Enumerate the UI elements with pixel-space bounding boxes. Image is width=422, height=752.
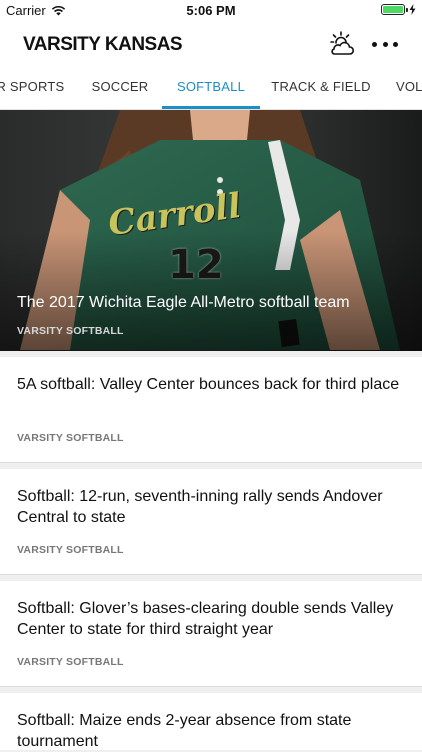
status-right: [381, 4, 416, 15]
tab-label: VOL: [396, 79, 422, 94]
status-bar: Carrier 5:06 PM: [0, 0, 422, 22]
tab-label: TRACK & FIELD: [271, 79, 371, 94]
hero-headline: The 2017 Wichita Eagle All-Metro softbal…: [17, 294, 350, 311]
tab-softball[interactable]: SOFTBALL: [162, 67, 260, 109]
article-card[interactable]: Softball: Glover’s bases-clearing double…: [0, 581, 422, 687]
article-headline: Softball: Maize ends 2-year absence from…: [17, 712, 352, 750]
article-headline: 5A softball: Valley Center bounces back …: [17, 376, 400, 393]
article-card[interactable]: 5A softball: Valley Center bounces back …: [0, 357, 422, 463]
article-card[interactable]: Softball: 12-run, seventh-inning rally s…: [0, 469, 422, 575]
battery-fill: [383, 6, 403, 13]
active-tab-indicator: [162, 106, 260, 109]
app-title: VARSITY KANSAS: [23, 34, 183, 55]
article-headline: Softball: 12-run, seventh-inning rally s…: [17, 488, 383, 526]
article-section-label: VARSITY SOFTBALL: [17, 432, 124, 444]
charging-bolt-icon: [409, 4, 416, 15]
hero-section-label: VARSITY SOFTBALL: [17, 325, 124, 337]
weather-button[interactable]: [328, 30, 356, 58]
article-headline: Softball: Glover’s bases-clearing double…: [17, 600, 394, 638]
tab-soccer[interactable]: SOCCER: [82, 67, 158, 109]
article-card[interactable]: Softball: Maize ends 2-year absence from…: [0, 693, 422, 750]
battery-icon: [381, 4, 408, 15]
more-dot: [372, 41, 377, 47]
status-time: 5:06 PM: [186, 3, 236, 18]
article-section-label: VARSITY SOFTBALL: [17, 656, 124, 668]
tab-label: ER SPORTS: [0, 79, 65, 94]
more-button[interactable]: [372, 30, 398, 58]
battery-nub: [406, 8, 408, 12]
more-dot: [393, 41, 398, 47]
section-tabs: ER SPORTS SOCCER SOFTBALL TRACK & FIELD …: [0, 67, 422, 110]
tab-volleyball[interactable]: VOL: [396, 67, 422, 109]
article-section-label: VARSITY SOFTBALL: [17, 544, 124, 556]
app-header: VARSITY KANSAS: [0, 22, 422, 67]
more-dot: [382, 41, 388, 47]
tab-track-field[interactable]: TRACK & FIELD: [266, 67, 376, 109]
tab-other-sports[interactable]: ER SPORTS: [0, 67, 66, 109]
tab-label: SOCCER: [91, 79, 149, 94]
partly-cloudy-icon: [330, 31, 355, 55]
tab-label: SOFTBALL: [176, 79, 246, 94]
hero-story[interactable]: Carroll 12 The 2017 Wichita Eagle All-Me…: [0, 110, 422, 351]
